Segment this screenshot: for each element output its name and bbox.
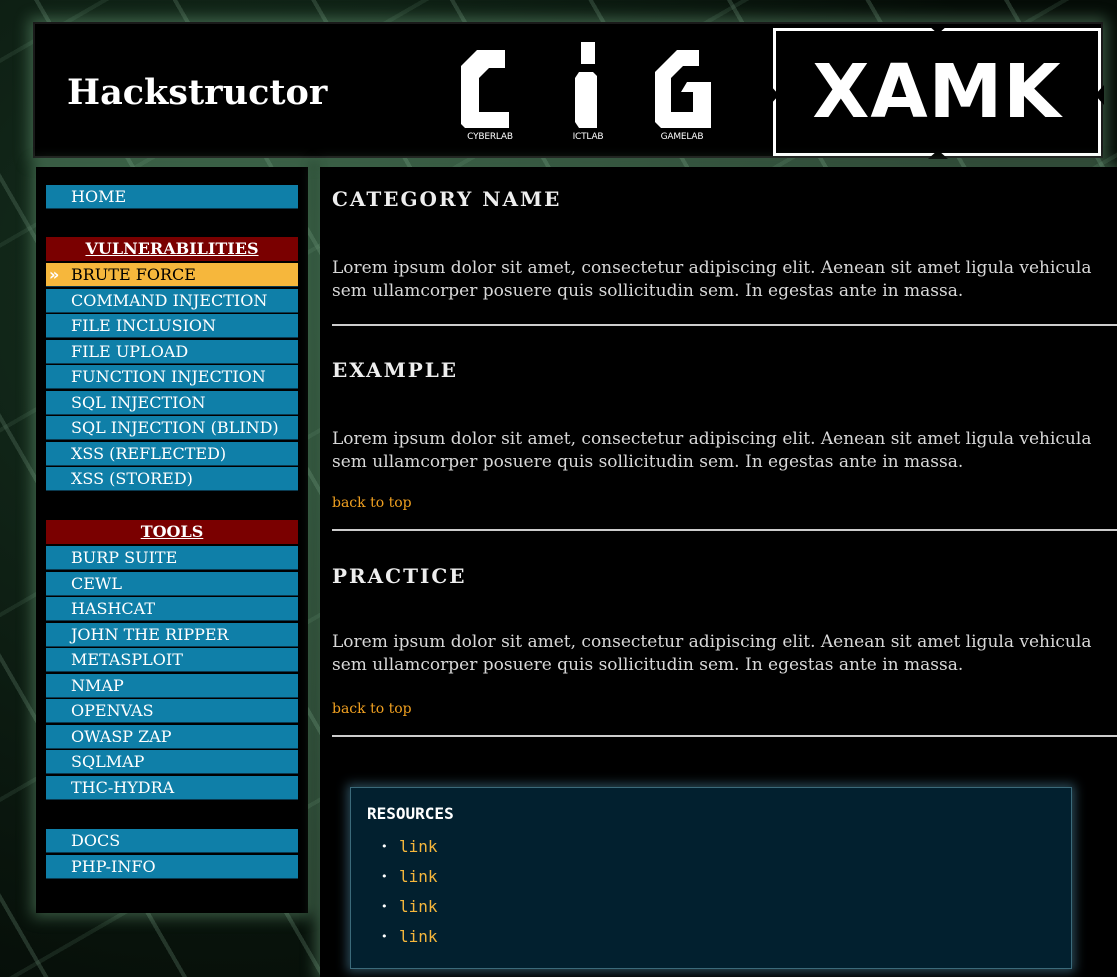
- back-to-top-link[interactable]: back to top: [332, 701, 412, 717]
- section-title-category: CATEGORY NAME: [332, 187, 562, 211]
- tools-heading[interactable]: TOOLS: [46, 520, 298, 544]
- ictlab-i-icon: [575, 42, 597, 128]
- sidebar-item-label: BURP SUITE: [71, 548, 178, 567]
- sidebar-item-home[interactable]: HOME: [46, 185, 298, 209]
- section-text-category: Lorem ipsum dolor sit amet, consectetur …: [332, 258, 1092, 301]
- section-text-example: Lorem ipsum dolor sit amet, consectetur …: [332, 429, 1092, 472]
- sidebar-item-label: FUNCTION INJECTION: [71, 367, 266, 386]
- section-text-practice: Lorem ipsum dolor sit amet, consectetur …: [332, 632, 1092, 675]
- sidebar-item-label: PHP-INFO: [71, 856, 156, 876]
- sidebar-item-label: JOHN THE RIPPER: [71, 624, 229, 644]
- back-to-top-link[interactable]: back to top: [332, 495, 412, 511]
- sidebar-item-file-upload[interactable]: FILE UPLOAD: [46, 339, 298, 364]
- section-title-example: EXAMPLE: [332, 358, 459, 382]
- sidebar-item-cewl[interactable]: CEWL: [46, 571, 298, 596]
- resource-link-label: link: [399, 927, 438, 946]
- tools-list: BURP SUITE CEWL HASHCAT JOHN THE RIPPER META…: [46, 546, 298, 800]
- cyberlab-logo[interactable]: CYBERLAB: [455, 42, 525, 154]
- notch-right-icon: [1095, 85, 1104, 105]
- resource-link[interactable]: • link: [381, 892, 438, 922]
- sidebar-item-label: BRUTE FORCE: [71, 265, 196, 284]
- sidebar-item-brute-force[interactable]: » BRUTE FORCE: [46, 263, 298, 287]
- site-title[interactable]: Hackstructor: [67, 72, 327, 113]
- resources-list: • link • link • link • link: [381, 832, 438, 952]
- sidebar-item-label: FILE INCLUSION: [71, 316, 217, 335]
- sidebar-item-sql-injection-blind[interactable]: SQL INJECTION (BLIND): [46, 416, 298, 440]
- site-header: Hackstructor CYBERLAB ICTLAB GAMELAB XAM…: [33, 22, 1104, 159]
- main-content: CATEGORY NAME Lorem ipsum dolor sit amet…: [320, 167, 1117, 977]
- sidebar-item-thc-hydra[interactable]: THC-HYDRA: [46, 775, 298, 800]
- resource-link[interactable]: • link: [381, 862, 438, 892]
- nav-group-vulnerabilities: VULNERABILITIES » BRUTE FORCE COMMAND INJE…: [46, 237, 298, 493]
- sidebar-item-label: SQLMAP: [71, 752, 145, 771]
- sidebar-nav: HOME VULNERABILITIES » BRUTE FORCE COMMAND…: [36, 167, 308, 913]
- sidebar-item-label: DOCS: [71, 831, 121, 850]
- resources-title: RESOURCES: [367, 804, 454, 823]
- ictlab-label: ICTLAB: [572, 132, 604, 142]
- sidebar-item-file-inclusion[interactable]: FILE INCLUSION: [46, 314, 298, 338]
- sidebar-item-label: OPENVAS: [71, 701, 154, 720]
- xamk-logo-text: XAMK: [812, 49, 1062, 135]
- cyberlab-c-icon: [461, 50, 509, 128]
- notch-top-icon: [928, 25, 948, 34]
- sidebar-item-owasp-zap[interactable]: OWASP ZAP: [46, 724, 298, 749]
- resource-link-label: link: [399, 897, 438, 916]
- sidebar-item-label: COMMAND INJECTION: [71, 290, 268, 310]
- active-arrow-icon: »: [49, 265, 60, 284]
- section-title-practice: PRACTICE: [332, 564, 467, 588]
- sidebar-item-php-info[interactable]: PHP-INFO: [46, 854, 298, 879]
- gamelab-label: GAMELAB: [660, 132, 704, 142]
- sidebar-item-sqlmap[interactable]: SQLMAP: [46, 750, 298, 774]
- sidebar-item-label: FILE UPLOAD: [71, 341, 189, 361]
- sidebar-item-function-injection[interactable]: FUNCTION INJECTION: [46, 365, 298, 389]
- notch-bottom-icon: [928, 150, 948, 159]
- sidebar-item-label: THC-HYDRA: [71, 777, 175, 797]
- cyberlab-label: CYBERLAB: [467, 132, 513, 142]
- sidebar-item-label: METASPLOIT: [71, 650, 183, 669]
- resource-link[interactable]: • link: [381, 922, 438, 952]
- ictlab-logo[interactable]: ICTLAB: [553, 42, 623, 154]
- sidebar-item-label: XSS (STORED): [71, 469, 193, 488]
- resource-link[interactable]: • link: [381, 832, 438, 862]
- sidebar-item-label: SQL INJECTION (BLIND): [71, 418, 279, 437]
- bullet-icon: •: [381, 930, 388, 943]
- sidebar-item-docs[interactable]: DOCS: [46, 829, 298, 853]
- resources-box: RESOURCES • link • link • link • link: [350, 787, 1072, 969]
- resource-link-label: link: [399, 837, 438, 856]
- sidebar-item-sql-injection[interactable]: SQL INJECTION: [46, 390, 298, 415]
- bullet-icon: •: [381, 900, 388, 913]
- bullet-icon: •: [381, 870, 388, 883]
- resource-link-label: link: [399, 867, 438, 886]
- nav-group-tools: TOOLS BURP SUITE CEWL HASHCAT JOHN THE RIPP…: [46, 520, 298, 801]
- sidebar-item-label: OWASP ZAP: [71, 726, 172, 746]
- divider: [332, 529, 1117, 531]
- gamelab-logo[interactable]: GAMELAB: [647, 42, 717, 154]
- vulnerabilities-list: » BRUTE FORCE COMMAND INJECTION FILE INCLUS…: [46, 263, 298, 491]
- nav-group-extras: DOCS PHP-INFO: [46, 829, 298, 880]
- sidebar-item-command-injection[interactable]: COMMAND INJECTION: [46, 288, 298, 313]
- gamelab-g-icon: [655, 50, 711, 128]
- sidebar-item-hashcat[interactable]: HASHCAT: [46, 597, 298, 621]
- vulnerabilities-heading[interactable]: VULNERABILITIES: [46, 237, 298, 261]
- divider: [332, 324, 1117, 326]
- xamk-logo[interactable]: XAMK: [770, 25, 1104, 159]
- sidebar-item-burp-suite[interactable]: BURP SUITE: [46, 546, 298, 570]
- bullet-icon: •: [381, 840, 388, 853]
- sidebar-item-label: XSS (REFLECTED): [71, 443, 227, 463]
- sidebar-item-label: CEWL: [71, 573, 122, 593]
- sidebar-item-label: NMAP: [71, 675, 124, 695]
- divider: [332, 735, 1117, 737]
- sidebar-item-label: HASHCAT: [71, 599, 156, 618]
- notch-left-icon: [770, 85, 779, 105]
- sidebar-item-openvas[interactable]: OPENVAS: [46, 699, 298, 723]
- nav-group-main: HOME: [46, 185, 298, 211]
- sidebar-item-xss-reflected[interactable]: XSS (REFLECTED): [46, 441, 298, 466]
- sidebar-item-nmap[interactable]: NMAP: [46, 673, 298, 698]
- sidebar-item-xss-stored[interactable]: XSS (STORED): [46, 467, 298, 491]
- sidebar-item-label: SQL INJECTION: [71, 392, 206, 412]
- sidebar-item-john-the-ripper[interactable]: JOHN THE RIPPER: [46, 622, 298, 647]
- sidebar-item-metasploit[interactable]: METASPLOIT: [46, 648, 298, 672]
